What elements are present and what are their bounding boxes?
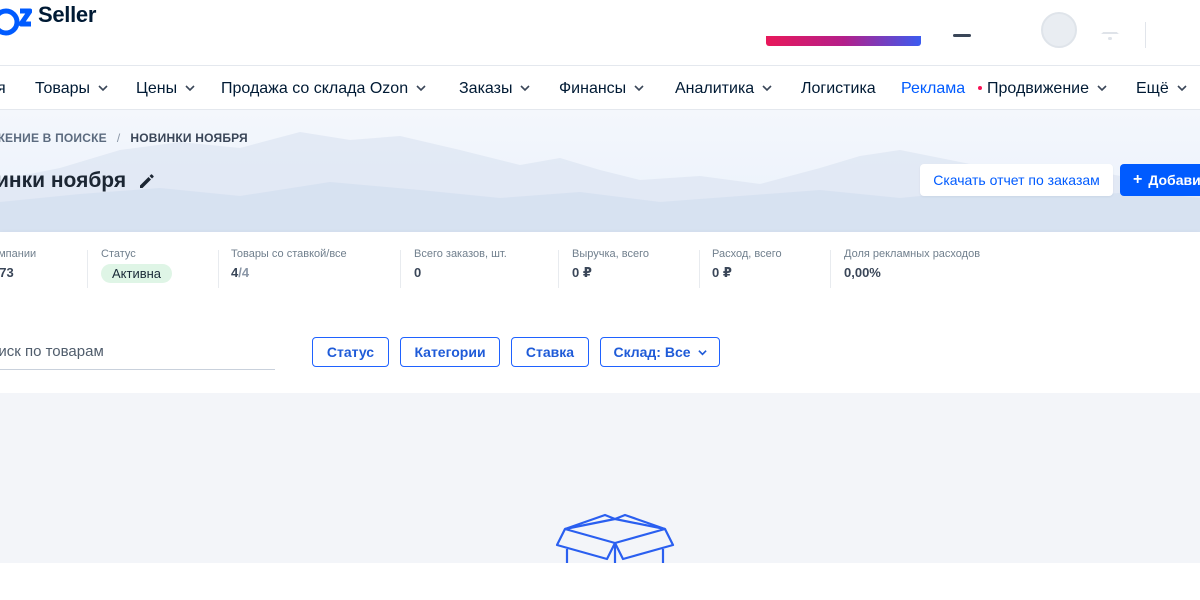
stat-label: ампании — [0, 248, 37, 260]
main-nav: я Товары Цены Продажа со склада Ozon Зак… — [0, 67, 1200, 110]
warehouse-filter-button[interactable]: Склад: Все — [600, 337, 720, 367]
nav-label: Реклама — [901, 80, 966, 97]
nav-item-products[interactable]: Товары — [35, 78, 108, 100]
nav-label: Товары — [35, 80, 91, 97]
add-button-label: Добавить — [1148, 172, 1200, 188]
stat-products: Товары со ставкой/все 4/4 — [231, 248, 347, 280]
bell-icon[interactable] — [1098, 32, 1122, 44]
campaign-name: инки ноября — [0, 169, 127, 192]
chevron-down-icon — [762, 85, 772, 92]
stat-value: 0 ₽ — [572, 265, 592, 280]
stat-value: 0,00% — [844, 265, 881, 280]
chevron-down-icon — [697, 349, 707, 355]
status-badge: Активна — [101, 264, 173, 283]
nav-item-finance[interactable]: Финансы — [559, 78, 644, 100]
chevron-down-icon — [634, 85, 644, 92]
breadcrumb-separator: / — [116, 131, 121, 145]
nav-label: Ещё — [1136, 80, 1169, 97]
menu-icon[interactable] — [953, 34, 971, 37]
stat-revenue: Выручка, всего 0 ₽ — [572, 248, 649, 281]
stat-divider — [558, 250, 559, 288]
nav-label: Продажа со склада Ozon — [221, 80, 409, 97]
warehouse-filter-label: Склад: Все — [613, 344, 691, 360]
open-box-icon — [555, 513, 675, 563]
stat-value: 4/4 — [231, 265, 347, 280]
bid-filter-button[interactable]: Ставка — [511, 337, 589, 367]
search-input[interactable] — [0, 336, 275, 366]
stat-label: Выручка, всего — [572, 248, 649, 260]
products-total: 4 — [241, 265, 250, 280]
nav-label: Логистика — [801, 80, 876, 97]
stat-value: 0 — [414, 265, 422, 280]
nav-item-promotion[interactable]: Продвижение — [987, 78, 1107, 100]
chevron-down-icon — [185, 85, 195, 92]
page-footer-space — [0, 563, 1200, 600]
stat-status: Статус Активна — [101, 248, 173, 283]
stat-campaign-id: ампании 173 — [0, 248, 36, 280]
stat-label: Всего заказов, шт. — [414, 248, 507, 260]
stat-value: 0 ₽ — [712, 265, 732, 280]
breadcrumb-current: НОВИНКИ НОЯБРЯ — [130, 131, 248, 145]
nav-label: я — [0, 80, 6, 97]
logo-text: Seller — [38, 2, 97, 27]
breadcrumb: ЖЕНИЕ В ПОИСКЕ / НОВИНКИ НОЯБРЯ — [0, 131, 248, 145]
filter-bar: Статус Категории Ставка Склад: Все — [0, 304, 1200, 393]
nav-item-main[interactable]: я — [0, 78, 6, 100]
promo-banner-button[interactable] — [766, 36, 921, 46]
campaign-stats: ампании 173 Статус Активна Товары со ста… — [0, 232, 1200, 304]
stat-label: Доля рекламных расходов — [844, 248, 981, 260]
chevron-down-icon — [1177, 85, 1187, 92]
nav-label: Продвижение — [987, 80, 1089, 97]
breadcrumb-parent[interactable]: ЖЕНИЕ В ПОИСКЕ — [0, 131, 107, 145]
stat-label: Товары со ставкой/все — [231, 248, 347, 260]
add-button[interactable]: + Добавить — [1120, 164, 1200, 196]
chevron-down-icon — [416, 85, 426, 92]
new-indicator-dot — [978, 86, 982, 90]
nav-item-analytics[interactable]: Аналитика — [675, 78, 772, 100]
stat-value: 173 — [0, 265, 14, 280]
stat-divider — [400, 250, 401, 288]
ozon-logo-icon — [0, 8, 32, 36]
nav-item-more[interactable]: Ещё — [1136, 78, 1187, 100]
chevron-down-icon — [1097, 85, 1107, 92]
header-divider — [1145, 22, 1146, 48]
ozon-seller-logo[interactable]: Seller — [0, 2, 96, 42]
stat-label: Статус — [101, 248, 136, 260]
nav-item-prices[interactable]: Цены — [136, 78, 195, 100]
top-header: Seller — [0, 0, 1200, 66]
stat-divider — [218, 250, 219, 288]
nav-label: Аналитика — [675, 80, 755, 97]
stat-divider — [699, 250, 700, 288]
categories-filter-button[interactable]: Категории — [400, 337, 500, 367]
page-header: ЖЕНИЕ В ПОИСКЕ / НОВИНКИ НОЯБРЯ инки ноябр… — [0, 110, 1200, 232]
page-title: инки ноября — [0, 169, 156, 193]
stat-orders: Всего заказов, шт. 0 — [414, 248, 507, 280]
nav-item-orders[interactable]: Заказы — [459, 78, 531, 100]
stat-divider — [87, 250, 88, 288]
nav-label: Заказы — [459, 80, 513, 97]
stat-label: Расход, всего — [712, 248, 782, 260]
nav-label: Финансы — [559, 80, 627, 97]
products-empty-state — [0, 393, 1200, 563]
product-search — [0, 336, 275, 370]
nav-item-logistics[interactable]: Логистика — [801, 78, 876, 100]
nav-label: Цены — [136, 80, 178, 97]
chevron-down-icon — [98, 85, 108, 92]
avatar[interactable] — [1041, 12, 1077, 48]
nav-item-fbo[interactable]: Продажа со склада Ozon — [221, 78, 426, 100]
download-report-button[interactable]: Скачать отчет по заказам — [920, 164, 1113, 196]
nav-item-ads[interactable]: Реклама — [901, 78, 965, 100]
status-filter-button[interactable]: Статус — [312, 337, 389, 367]
stat-ad-share: Доля рекламных расходов 0,00% — [844, 248, 980, 280]
stat-spend: Расход, всего 0 ₽ — [712, 248, 782, 281]
chevron-down-icon — [520, 85, 531, 92]
plus-icon: + — [1133, 171, 1143, 188]
pencil-icon[interactable] — [138, 172, 156, 190]
stat-divider — [830, 250, 831, 288]
